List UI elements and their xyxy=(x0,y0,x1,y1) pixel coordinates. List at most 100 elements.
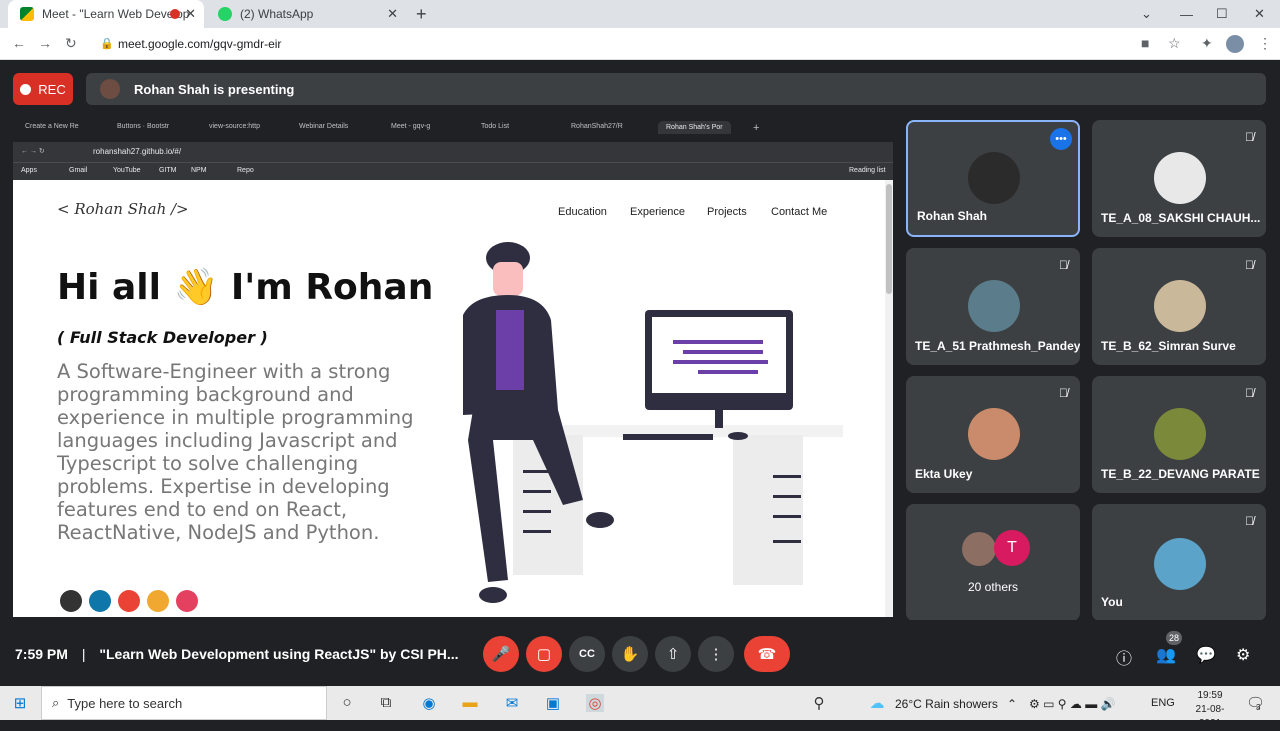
gitlab-icon xyxy=(147,590,169,612)
tray-chevron-icon[interactable]: ⌃ xyxy=(1007,697,1017,711)
shared-screen: Create a New Re Buttons · Bootstr view-s… xyxy=(13,118,893,617)
participant-name: TE_B_62_Simran Surve xyxy=(1101,339,1236,353)
back-icon[interactable]: ← xyxy=(12,35,26,51)
portfolio-greeting: Hi all 👋 I'm Rohan xyxy=(57,267,434,308)
shared-tab: view-source:http xyxy=(209,123,260,130)
menu-icon[interactable]: ⋮ xyxy=(1258,35,1272,52)
maximize-icon[interactable]: ☐ xyxy=(1216,0,1228,28)
raise-hand-button[interactable]: ✋ xyxy=(612,636,648,672)
shared-tab: RohanShah27/R xyxy=(571,123,623,130)
participant-tile[interactable]: 🎙̸ TE_B_62_Simran Surve xyxy=(1092,248,1266,365)
shared-url: rohanshah27.github.io/#/ xyxy=(93,147,182,156)
close-tab-icon[interactable]: ✕ xyxy=(387,6,398,22)
meeting-separator: | xyxy=(81,646,86,662)
shared-scrollbar xyxy=(885,180,893,617)
mic-toggle-button[interactable]: 🎤 xyxy=(483,636,519,672)
github-icon xyxy=(60,590,82,612)
participant-name: Rohan Shah xyxy=(917,209,988,223)
close-tab-icon[interactable]: ✕ xyxy=(185,6,196,22)
cortana-icon[interactable]: ○ xyxy=(338,694,356,712)
mail-icon[interactable]: ✉ xyxy=(503,694,521,712)
participant-tile[interactable]: ••• Rohan Shah xyxy=(906,120,1080,237)
forward-icon[interactable]: → xyxy=(38,35,52,51)
taskbar-clock[interactable]: 19:59 21-08-2021 xyxy=(1185,689,1235,731)
others-tile[interactable]: T 20 others xyxy=(906,504,1080,621)
participant-tile[interactable]: 🎙̸ TE_B_22_DEVANG PARATE xyxy=(1092,376,1266,493)
clock-time: 19:59 xyxy=(1197,690,1223,701)
captions-icon: CC xyxy=(579,648,595,660)
portfolio-logo: < Rohan Shah /> xyxy=(57,200,189,218)
portfolio-subtitle: ( Full Stack Developer ) xyxy=(57,328,268,347)
others-count: 20 others xyxy=(967,580,1019,594)
lock-icon[interactable]: 🔒 xyxy=(100,37,114,50)
edge-icon[interactable]: ◉ xyxy=(420,694,438,712)
camera-icon[interactable]: ■ xyxy=(1141,35,1149,51)
task-view-icon[interactable]: ⧉ xyxy=(377,694,395,712)
social-links xyxy=(60,590,198,612)
reload-icon[interactable]: ↻ xyxy=(65,35,77,52)
file-explorer-icon[interactable]: ▬ xyxy=(461,694,479,712)
search-icon: ⌕ xyxy=(52,695,60,710)
bookmark-star-icon[interactable]: ☆ xyxy=(1168,35,1181,52)
mic-off-icon: 🎙̸ xyxy=(1059,386,1068,400)
bookmark-item: Repo xyxy=(237,167,254,174)
more-options-icon[interactable]: ••• xyxy=(1050,128,1072,150)
participant-tile[interactable]: 🎙̸ TE_A_51 Prathmesh_Pandey xyxy=(906,248,1080,365)
rec-badge[interactable]: REC xyxy=(13,73,73,105)
mic-off-icon: 🎤 xyxy=(491,646,511,663)
tab-search-icon[interactable]: ⌄ xyxy=(1141,0,1152,28)
shared-tab: Webinar Details xyxy=(299,123,349,130)
tab-meet[interactable]: Meet - "Learn Web Develop ✕ xyxy=(8,0,204,28)
camera-toggle-button[interactable]: ▢ xyxy=(526,636,562,672)
mic-off-icon: 🎙̸ xyxy=(1245,386,1254,400)
url-field[interactable]: meet.google.com/gqv-gmdr-eir xyxy=(118,37,281,51)
close-window-icon[interactable]: ✕ xyxy=(1254,0,1265,28)
bookmark-item: NPM xyxy=(191,167,207,174)
people-icon[interactable]: 👥 xyxy=(1156,645,1176,665)
tab-whatsapp[interactable]: (2) WhatsApp ✕ xyxy=(206,0,406,28)
self-tile[interactable]: 🎙̸ You xyxy=(1092,504,1266,621)
tray-icons[interactable]: ⚙ ▭ ⚲ ☁ ▬ 🔊 xyxy=(1029,697,1116,711)
participant-avatar xyxy=(1154,408,1206,460)
profile-avatar[interactable] xyxy=(1226,35,1244,53)
bookmark-item: GITM xyxy=(159,167,177,174)
chrome-icon[interactable]: ◎ xyxy=(586,694,604,712)
participant-avatar xyxy=(1154,152,1206,204)
shared-tab: Todo List xyxy=(481,123,510,130)
captions-button[interactable]: CC xyxy=(569,636,605,672)
present-button[interactable]: ⇧ xyxy=(655,636,691,672)
weather-text[interactable]: 26°C Rain showers xyxy=(895,697,998,711)
minimize-icon[interactable]: — xyxy=(1180,0,1193,28)
participant-name: TE_B_22_DEVANG PARATE xyxy=(1101,467,1260,481)
info-icon[interactable]: ⓘ xyxy=(1116,645,1132,669)
extensions-icon[interactable]: ✦ xyxy=(1201,35,1213,52)
more-options-button[interactable]: ⋮ xyxy=(698,636,734,672)
portfolio-page: < Rohan Shah /> Education Experience Pro… xyxy=(13,180,885,617)
bookmark-item: YouTube xyxy=(113,167,141,174)
new-tab-button[interactable]: + xyxy=(416,0,427,28)
meet-icon xyxy=(20,7,34,21)
leave-call-button[interactable]: ☎ xyxy=(744,636,790,672)
language-indicator[interactable]: ENG xyxy=(1151,697,1175,709)
participant-tile[interactable]: 🎙̸ TE_A_08_SAKSHI CHAUH... xyxy=(1092,120,1266,237)
clock-date: 21-08-2021 xyxy=(1195,704,1225,729)
hang-up-icon: ☎ xyxy=(757,646,777,663)
participant-avatar: T xyxy=(994,530,1030,566)
record-dot-icon xyxy=(20,83,32,95)
shared-tab: Create a New Re xyxy=(25,123,79,130)
notifications-icon[interactable]: 🗨 xyxy=(1246,694,1265,712)
notification-count: 3 xyxy=(1256,703,1261,712)
chat-icon[interactable]: 💬 xyxy=(1196,645,1216,665)
activities-icon[interactable]: ⚙ xyxy=(1236,645,1250,665)
meeting-info: 7:59 PM | "Learn Web Development using R… xyxy=(15,646,459,662)
shared-nav-icons: ← → ↻ xyxy=(21,148,45,155)
people-taskbar-icon[interactable]: ⚲ xyxy=(810,694,828,712)
instagram-icon xyxy=(176,590,198,612)
taskbar-search[interactable]: ⌕ Type here to search xyxy=(41,686,327,720)
browser-tab-strip: Meet - "Learn Web Develop ✕ (2) WhatsApp… xyxy=(0,0,1280,28)
participant-tile[interactable]: 🎙̸ Ekta Ukey xyxy=(906,376,1080,493)
reading-list: Reading list xyxy=(849,167,886,174)
portfolio-description: A Software-Engineer with a strong progra… xyxy=(57,360,414,544)
windows-start-icon[interactable]: ⊞ xyxy=(11,694,29,712)
app-icon[interactable]: ▣ xyxy=(544,694,562,712)
